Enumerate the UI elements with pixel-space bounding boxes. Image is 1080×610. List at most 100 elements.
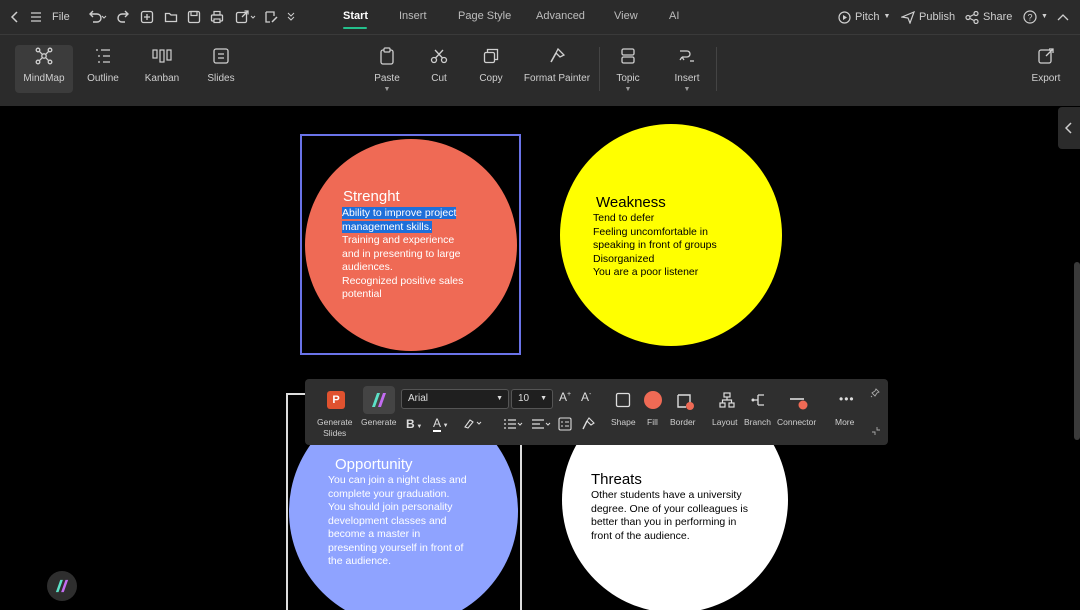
paste-button[interactable]: Paste ▼ xyxy=(358,45,416,93)
view-kanban-button[interactable]: Kanban xyxy=(133,45,191,93)
file-label: File xyxy=(52,11,70,23)
open-button[interactable] xyxy=(164,9,178,25)
more-quick-button[interactable] xyxy=(287,9,295,25)
share-label: Share xyxy=(983,11,1013,23)
tab-ai[interactable]: AI xyxy=(669,10,679,22)
side-panel-toggle[interactable] xyxy=(1058,107,1080,149)
tab-insert[interactable]: Insert xyxy=(399,10,427,22)
list-icon xyxy=(504,419,523,429)
tab-view[interactable]: View xyxy=(614,10,638,22)
collapse-toolbar-icon[interactable] xyxy=(871,426,881,438)
file-menu[interactable]: File xyxy=(30,9,70,25)
weakness-line: You are a poor listener xyxy=(593,266,699,278)
align-button[interactable] xyxy=(531,418,551,432)
back-icon[interactable] xyxy=(10,9,20,25)
chevron-up-icon xyxy=(1057,14,1069,21)
hamburger-icon xyxy=(31,12,41,22)
pin-icon[interactable] xyxy=(870,388,880,400)
save-button[interactable] xyxy=(187,9,201,25)
strength-line: potential xyxy=(342,288,382,300)
undo-button[interactable] xyxy=(87,9,107,25)
export-quick-button[interactable] xyxy=(235,9,257,25)
folder-icon xyxy=(164,12,178,23)
topic-button[interactable]: Topic ▼ xyxy=(599,45,657,93)
opportunity-line: complete your graduation. xyxy=(328,487,450,500)
view-mindmap-button[interactable]: MindMap xyxy=(15,45,73,93)
strength-line: audiences. xyxy=(342,261,393,273)
title-bar: File Start Insert Page Style Advanced Vi… xyxy=(0,0,1080,34)
chevron-left-icon xyxy=(1065,122,1072,134)
caret-down-icon: ▼ xyxy=(496,395,503,402)
highlight-button[interactable] xyxy=(463,417,483,431)
view-mindmap-label: MindMap xyxy=(23,73,65,84)
export-button[interactable]: Export xyxy=(1017,45,1075,93)
border-button[interactable] xyxy=(676,391,696,413)
fill-label: Fill xyxy=(647,417,658,427)
strength-title[interactable]: Strenght xyxy=(343,188,400,205)
clear-format-button[interactable] xyxy=(581,417,595,433)
strength-text[interactable]: Ability to improve project management sk… xyxy=(342,207,463,302)
cut-button[interactable]: Cut xyxy=(410,45,468,93)
caret-down-icon: ▼ xyxy=(683,86,691,93)
redo-button[interactable] xyxy=(117,9,131,25)
mindmap-canvas[interactable] xyxy=(0,106,1080,610)
font-family-select[interactable]: Arial ▼ xyxy=(401,389,509,409)
view-slides-button[interactable]: Slides xyxy=(192,45,250,93)
print-icon xyxy=(210,10,224,24)
decrease-font-icon[interactable]: A- xyxy=(581,390,591,404)
font-color-button[interactable]: A ▼ xyxy=(433,416,449,432)
help-button[interactable]: ? ▼ xyxy=(1023,9,1048,25)
share-button[interactable]: Share xyxy=(965,9,1012,25)
tab-advanced[interactable]: Advanced xyxy=(536,10,585,22)
ai-generate-button[interactable] xyxy=(363,386,395,414)
paint-brush-icon xyxy=(550,48,565,63)
threats-line: Other students have a university xyxy=(591,489,742,501)
shape-button[interactable] xyxy=(615,392,631,410)
ai-logo-icon xyxy=(55,579,69,593)
collapse-ribbon-button[interactable] xyxy=(1057,9,1069,25)
strength-line: and in presenting to large xyxy=(342,247,461,260)
generate-label: Generate xyxy=(361,417,397,427)
insert-button[interactable]: Insert ▼ xyxy=(658,45,716,93)
caret-down-icon: ▼ xyxy=(624,86,632,93)
share-quick-button[interactable] xyxy=(264,9,278,25)
opportunity-line: You can join a night class and xyxy=(328,474,467,486)
bold-button[interactable]: B ▼ xyxy=(406,417,422,431)
opportunity-text[interactable]: You can join a night class and complete … xyxy=(328,474,467,569)
branch-button[interactable] xyxy=(750,392,766,410)
more-icon[interactable]: ••• xyxy=(839,392,855,406)
generate-slides-button[interactable]: Generate Slides xyxy=(317,417,352,439)
connector-button[interactable] xyxy=(789,394,811,414)
tab-start[interactable]: Start xyxy=(343,10,368,22)
weakness-text[interactable]: Tend to defer Feeling uncomfortable in s… xyxy=(593,212,717,280)
publish-label: Publish xyxy=(919,11,956,23)
threats-title[interactable]: Threats xyxy=(591,471,642,488)
checklist-button[interactable] xyxy=(558,417,572,433)
threats-text[interactable]: Other students have a university degree.… xyxy=(591,489,748,543)
numbered-list-button[interactable] xyxy=(503,418,523,432)
vertical-scrollbar[interactable] xyxy=(1074,262,1080,440)
new-button[interactable] xyxy=(140,9,154,25)
play-circle-icon xyxy=(838,10,851,24)
kanban-icon xyxy=(152,49,172,63)
pitch-button[interactable]: Pitch ▼ xyxy=(838,9,890,25)
publish-button[interactable]: Publish xyxy=(901,9,955,25)
copy-icon xyxy=(483,48,499,64)
format-painter-button[interactable]: Format Painter xyxy=(522,45,592,93)
insert-branch-icon xyxy=(679,50,694,62)
layout-button[interactable] xyxy=(719,392,735,410)
powerpoint-icon[interactable]: P xyxy=(327,391,345,409)
strength-selected-line: Ability to improve project xyxy=(342,207,457,219)
fill-color-swatch[interactable] xyxy=(644,391,662,409)
ai-assistant-button[interactable] xyxy=(47,571,77,601)
tab-page-style[interactable]: Page Style xyxy=(458,10,511,22)
weakness-title[interactable]: Weakness xyxy=(596,194,666,211)
view-outline-button[interactable]: Outline xyxy=(74,45,132,93)
copy-button[interactable]: Copy xyxy=(462,45,520,93)
increase-font-icon[interactable]: A+ xyxy=(559,390,571,404)
font-size-select[interactable]: 10 ▼ xyxy=(511,389,553,409)
opportunity-title[interactable]: Opportunity xyxy=(335,456,413,473)
export-label: Export xyxy=(1031,73,1061,84)
print-button[interactable] xyxy=(210,9,224,25)
chevron-double-down-icon xyxy=(287,12,295,21)
